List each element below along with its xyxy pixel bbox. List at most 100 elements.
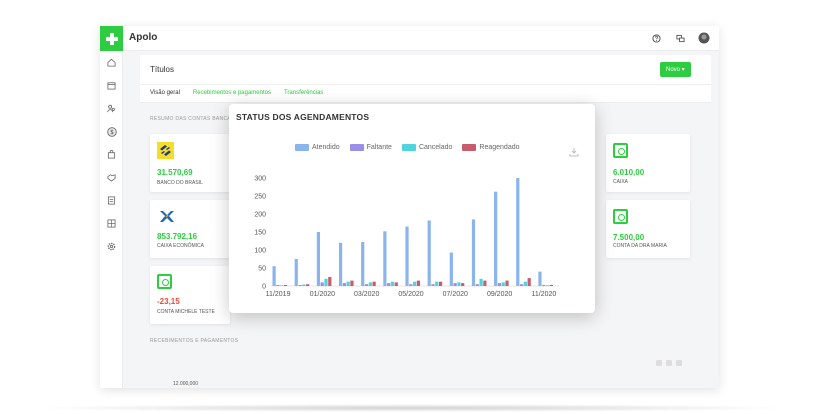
bar-cancelado[interactable]	[324, 278, 328, 286]
bar-reagendado[interactable]	[438, 281, 443, 286]
users-icon[interactable]	[100, 97, 123, 120]
bar-atendido[interactable]	[338, 242, 343, 286]
bar-faltante[interactable]	[475, 284, 479, 286]
bar-reagendado[interactable]	[372, 281, 376, 286]
bar-cancelado[interactable]	[280, 285, 284, 286]
bar-cancelado[interactable]	[302, 284, 306, 286]
bar-faltante[interactable]	[453, 283, 457, 286]
bar-reagendado[interactable]	[328, 277, 332, 286]
y-tick-label: 50	[258, 266, 266, 273]
bar-atendido[interactable]	[427, 220, 431, 286]
bar-faltante[interactable]	[298, 284, 302, 286]
handshake-icon[interactable]	[100, 166, 123, 189]
bar-faltante[interactable]	[364, 284, 369, 286]
caixa-logo	[160, 211, 174, 222]
safe-icon	[613, 143, 628, 158]
bar-reagendado[interactable]	[416, 280, 421, 286]
download-icon[interactable]	[656, 360, 662, 366]
help-icon[interactable]	[649, 31, 663, 45]
bar-faltante[interactable]	[409, 284, 413, 286]
bar-atendido[interactable]	[494, 191, 498, 286]
bar-atendido[interactable]	[383, 231, 387, 286]
bar-atendido[interactable]	[538, 271, 542, 286]
account-card-dra-maria[interactable]: 7.500,00 CONTA DA DRA MARIA	[606, 200, 690, 258]
status-modal: STATUS DOS AGENDAMENTOS Atendido Faltant…	[229, 104, 595, 313]
bar-reagendado[interactable]	[527, 278, 531, 286]
calendar-icon[interactable]	[100, 74, 123, 97]
bar-atendido[interactable]	[316, 232, 321, 286]
bar-cancelado[interactable]	[501, 282, 505, 286]
bar-faltante[interactable]	[320, 282, 324, 286]
bar-faltante[interactable]	[387, 283, 391, 286]
shopping-bag-icon[interactable]	[100, 143, 123, 166]
bar-atendido[interactable]	[449, 252, 453, 286]
tab-transfers[interactable]: Transferências	[284, 90, 323, 96]
bar-reagendado[interactable]	[549, 284, 553, 286]
bar-cancelado[interactable]	[523, 281, 527, 286]
bar-reagendado[interactable]	[505, 280, 509, 286]
bar-atendido[interactable]	[361, 242, 365, 286]
bar-cancelado[interactable]	[413, 281, 417, 286]
account-amount: 853.792,16	[157, 232, 198, 241]
account-name: CONTA MICHELE TESTE	[157, 309, 215, 315]
print-icon[interactable]	[666, 360, 672, 366]
y-tick-label: 0	[262, 284, 266, 291]
bar-faltante[interactable]	[519, 284, 524, 286]
sidebar: $	[100, 51, 123, 388]
bar-faltante[interactable]	[342, 283, 346, 286]
account-card-caixa-cash[interactable]: 6.010,00 CAIXA	[606, 134, 690, 192]
account-name: BANCO DO BRASIL	[157, 180, 203, 186]
bottom-chart-tick: 12.000,000	[173, 381, 199, 387]
status-chart: 0 50 100 150 200 250 300 11/2019 01/2020 03/2020 0…	[254, 176, 559, 298]
bar-faltante[interactable]	[276, 284, 280, 286]
bar-cancelado[interactable]	[368, 282, 372, 286]
dollar-icon[interactable]: $	[100, 120, 123, 143]
bar-atendido[interactable]	[405, 226, 409, 286]
expand-icon[interactable]	[676, 360, 682, 366]
account-amount: 7.500,00	[613, 233, 645, 242]
account-card-michele[interactable]: -23,15 CONTA MICHELE TESTE	[150, 266, 230, 324]
bar-reagendado[interactable]	[394, 282, 398, 286]
bar-cancelado[interactable]	[346, 281, 350, 286]
bar-atendido[interactable]	[272, 266, 276, 286]
bar-reagendado[interactable]	[283, 284, 288, 286]
svg-text:$: $	[110, 129, 114, 136]
bar-faltante[interactable]	[497, 283, 502, 286]
bar-faltante[interactable]	[431, 284, 435, 286]
account-card-caixa[interactable]: 853.792,16 CAIXA ECONÔMICA	[150, 200, 230, 258]
tab-receipts-payments[interactable]: Recebimentos e pagamentos	[193, 90, 271, 96]
tab-overview[interactable]: Visão geral	[150, 90, 180, 96]
account-amount: 31.570,69	[157, 168, 193, 177]
bar-cancelado[interactable]	[457, 282, 461, 286]
bar-cancelado[interactable]	[435, 281, 439, 286]
bar-faltante[interactable]	[542, 284, 546, 286]
bar-reagendado[interactable]	[306, 284, 310, 286]
home-icon[interactable]	[100, 51, 123, 74]
account-name: CAIXA ECONÔMICA	[157, 243, 204, 249]
bar-reagendado[interactable]	[461, 283, 465, 286]
bar-cancelado[interactable]	[390, 281, 395, 286]
x-tick-label: 09/2020	[487, 291, 512, 298]
bar-reagendado[interactable]	[483, 280, 487, 286]
top-bar: Apolo	[100, 26, 719, 51]
app-logo[interactable]	[100, 26, 123, 51]
gear-icon[interactable]	[100, 235, 123, 258]
document-icon[interactable]	[100, 189, 123, 212]
bar-reagendado[interactable]	[350, 280, 354, 286]
bar-atendido[interactable]	[294, 259, 298, 286]
account-amount: -23,15	[157, 297, 180, 306]
account-card-bb[interactable]: 31.570,69 BANCO DO BRASIL	[150, 134, 230, 192]
safe-icon	[613, 209, 628, 224]
page-bottom-shadow	[30, 404, 794, 412]
chat-icon[interactable]	[673, 31, 687, 45]
x-tick-label: 11/2019	[266, 291, 291, 298]
bar-atendido[interactable]	[471, 219, 476, 286]
bar-cancelado[interactable]	[479, 278, 483, 286]
x-tick-label: 01/2020	[310, 291, 335, 298]
bar-atendido[interactable]	[516, 178, 520, 286]
bar-cancelado[interactable]	[545, 285, 550, 286]
grid-icon[interactable]	[100, 212, 123, 235]
new-button[interactable]: Novo ▾	[660, 62, 691, 77]
top-icons	[649, 31, 711, 45]
avatar[interactable]	[697, 31, 711, 45]
